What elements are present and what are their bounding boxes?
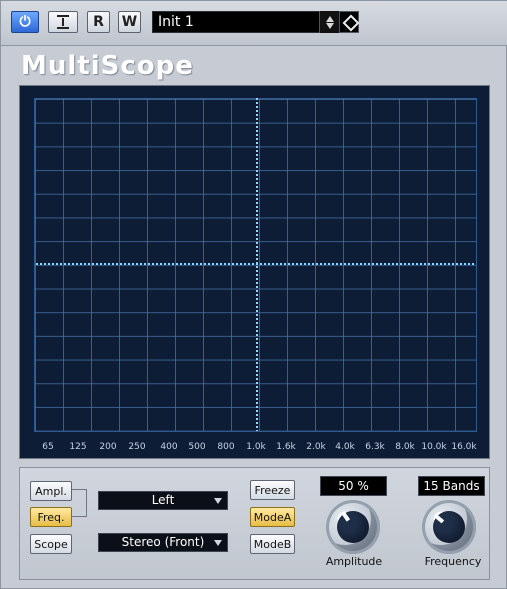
plugin-title: MultiScope	[21, 51, 194, 81]
frequency-label: 125	[69, 442, 87, 452]
frequency-label: 10.0k	[421, 442, 447, 452]
chevron-down-icon[interactable]	[325, 22, 334, 29]
preset-spin-buttons[interactable]	[319, 11, 339, 33]
preset-menu-icon[interactable]	[339, 11, 359, 33]
scope-display-button[interactable]: Scope	[30, 534, 72, 554]
power-icon: ⏻	[19, 14, 31, 30]
amplitude-knob[interactable]	[326, 500, 380, 554]
frequency-label: 8.0k	[395, 442, 415, 452]
frequency-label: 16.0k	[451, 442, 477, 452]
frequency-label: 65	[42, 442, 54, 452]
mode-connector	[72, 489, 87, 517]
mode-a-button[interactable]: ModeA	[250, 507, 295, 527]
multiscope-window: ⏻ R W Init 1 MultiScope 65 125 200 250 4…	[0, 0, 507, 589]
scope-display: 65 125 200 250 400 500 800 1.0k 1.6k 2.0…	[19, 85, 490, 459]
chevron-down-icon	[214, 498, 222, 504]
scope-center-vertical	[256, 98, 258, 431]
frequency-label: 400	[160, 442, 178, 452]
frequency-label: 200	[99, 442, 117, 452]
amplitude-label: Amplitude	[325, 555, 383, 568]
frequency-label: 500	[188, 442, 206, 452]
bands-value-display: 15 Bands	[418, 476, 485, 496]
frequency-knob[interactable]	[422, 500, 476, 554]
power-button[interactable]: ⏻	[11, 11, 39, 33]
frequency-label: 800	[217, 442, 235, 452]
frequency-label: 6.3k	[365, 442, 385, 452]
chevron-down-icon	[214, 540, 222, 546]
frequency-label: 4.0k	[335, 442, 355, 452]
control-panel: Ampl. Freq. Scope Left Stereo (Front) Fr…	[19, 467, 490, 580]
freeze-button[interactable]: Freeze	[250, 480, 295, 500]
read-automation-button[interactable]: R	[87, 11, 110, 33]
plugin-toolbar: ⏻ R W Init 1	[1, 1, 507, 46]
frequency-label: 1.0k	[246, 442, 266, 452]
frequency-label: 2.0k	[306, 442, 326, 452]
bypass-icon	[57, 15, 69, 29]
stereo-dropdown[interactable]: Stereo (Front)	[98, 533, 228, 552]
frequency-scale: 65 125 200 250 400 500 800 1.0k 1.6k 2.0…	[36, 442, 479, 454]
amplitude-display-button[interactable]: Ampl.	[30, 481, 72, 501]
channel-dropdown[interactable]: Left	[98, 491, 228, 510]
preset-name-field[interactable]: Init 1	[152, 11, 339, 33]
mode-b-button[interactable]: ModeB	[250, 534, 295, 554]
write-automation-button[interactable]: W	[118, 11, 141, 33]
chevron-up-icon[interactable]	[325, 15, 334, 22]
channel-dropdown-value: Left	[151, 493, 175, 507]
frequency-label: Frequency	[424, 555, 482, 568]
frequency-label: 1.6k	[276, 442, 296, 452]
bypass-button[interactable]	[48, 11, 78, 33]
amplitude-value-display: 50 %	[320, 476, 387, 496]
frequency-label: 250	[128, 442, 146, 452]
stereo-dropdown-value: Stereo (Front)	[121, 535, 205, 549]
frequency-display-button[interactable]: Freq.	[30, 507, 72, 527]
